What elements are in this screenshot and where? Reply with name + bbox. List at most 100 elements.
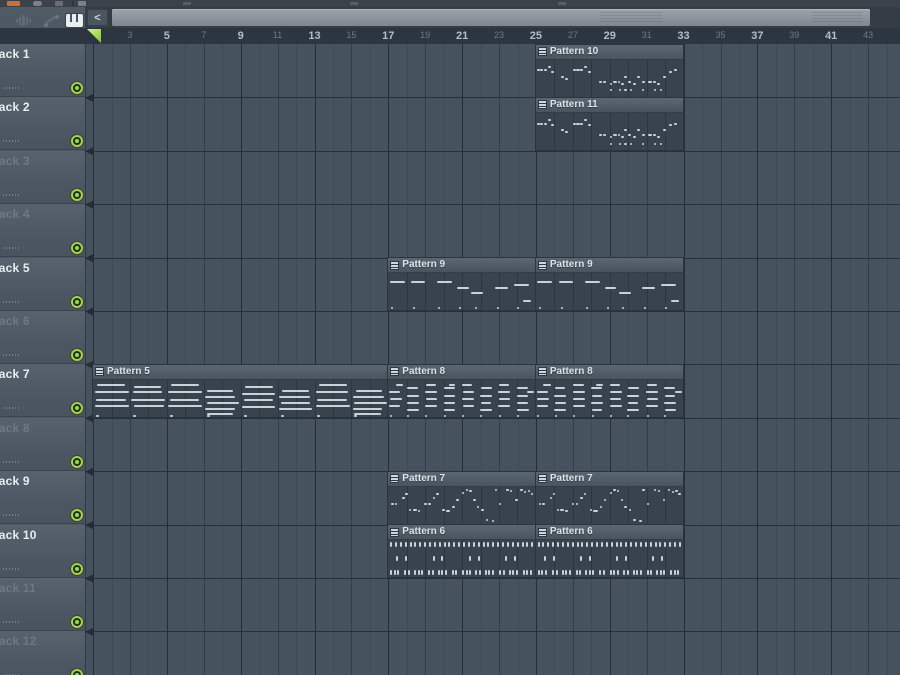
scroll-left-button[interactable]: < [87,9,108,26]
pattern-clip-preview [535,379,684,418]
track-grip-dots[interactable] [3,300,19,303]
wave-icon[interactable] [16,15,32,26]
preview-note [456,499,459,502]
track-grip-dots[interactable] [3,140,19,143]
pattern-clip-titlebar[interactable]: Pattern 6 [535,525,684,541]
pattern-clip[interactable]: Pattern 10 [535,44,684,97]
preview-note [659,569,662,575]
track-grip-dots[interactable] [3,460,19,463]
track-header-row[interactable]: Track 5 [0,257,85,311]
preview-note [591,394,603,397]
preview-note [394,541,397,547]
pattern-clip-titlebar[interactable]: Pattern 7 [535,471,684,487]
track-header-row[interactable]: Track 12 [0,631,85,675]
pattern-clip[interactable]: Pattern 6 [535,525,684,578]
track-grip-dots[interactable] [3,514,19,517]
track-mute-led[interactable] [73,618,81,626]
track-collapse-arrow-icon[interactable] [85,520,94,530]
track-header-row[interactable]: Track 1 [0,44,85,97]
track-grip-dots[interactable] [3,87,19,89]
pattern-clip[interactable]: Pattern 9 [535,258,684,311]
track-header-row[interactable]: Track 6 [0,311,85,364]
track-grip-dots[interactable] [3,193,19,196]
pattern-clip-titlebar[interactable]: Pattern 9 [535,258,684,274]
arrangement-grid[interactable]: Pattern 10 Pattern 11 Pattern 9 Pattern 9 Pa… [85,44,900,675]
snap-icon[interactable] [78,1,86,6]
preview-note [612,80,618,83]
preview-note [624,89,627,92]
track-header-row[interactable]: Track 3 [0,150,85,204]
track-mute-led[interactable] [73,244,81,253]
preview-note [652,555,655,561]
pattern-clip-titlebar[interactable]: Pattern 6 [388,525,536,541]
track-collapse-arrow-icon[interactable] [85,627,94,637]
pattern-clip-titlebar[interactable]: Pattern 7 [388,471,536,487]
pattern-clip[interactable]: Pattern 8 [388,364,536,418]
track-mute-led[interactable] [73,671,81,675]
pattern-clip-titlebar[interactable]: Pattern 8 [535,364,684,380]
preview-note [476,506,480,509]
preview-note [609,142,612,145]
track-mute-led[interactable] [73,564,81,573]
track-mute-led[interactable] [73,404,81,413]
draw-tool-icon[interactable] [55,1,63,6]
pattern-clip-titlebar[interactable]: Pattern 10 [535,44,684,60]
track-collapse-arrow-icon[interactable] [85,93,94,103]
track-collapse-arrow-icon[interactable] [85,307,94,316]
preview-note [413,307,416,310]
track-header-row[interactable]: Track 11 [0,578,85,631]
track-mute-led[interactable] [73,190,81,199]
preview-note [425,384,437,387]
track-header-row[interactable]: Track 4 [0,204,85,258]
pattern-clip[interactable]: Pattern 6 [388,525,536,578]
track-grip-dots[interactable] [3,407,19,410]
pattern-clip-titlebar[interactable]: Pattern 11 [535,97,684,113]
timeline-ruler[interactable]: 3 5 7 9 11 13 15 17 19 21 23 25 27 29 31 33 35 37 39 41 43 [0,28,900,45]
track-header-row[interactable]: Track 8 [0,417,85,471]
preview-note [558,280,573,283]
preview-note [412,509,417,512]
track-mute-led[interactable] [73,351,81,359]
track-collapse-arrow-icon[interactable] [85,574,94,583]
pattern-clip[interactable]: Pattern 7 [388,471,536,525]
preview-note [485,518,489,521]
preview-note [609,491,613,494]
track-collapse-arrow-icon[interactable] [85,200,94,210]
track-grip-dots[interactable] [3,247,19,250]
track-header-row[interactable]: Track 2 [0,97,85,151]
pattern-clip[interactable]: Pattern 7 [535,471,684,525]
pattern-clip-titlebar[interactable]: Pattern 9 [388,258,536,274]
track-grip-dots[interactable] [3,354,19,356]
preview-note [517,409,529,412]
preview-note [436,492,439,495]
track-collapse-arrow-icon[interactable] [85,467,94,477]
preview-note [405,492,408,495]
zoom-icon[interactable] [33,1,42,6]
piano-icon[interactable] [66,14,83,27]
preview-note [565,510,568,513]
track-collapse-arrow-icon[interactable] [85,146,94,156]
pattern-clip[interactable]: Pattern 9 [388,258,536,311]
pattern-clip[interactable]: Pattern 8 [535,364,684,418]
slide-icon[interactable] [44,14,59,27]
pattern-clip-titlebar[interactable]: Pattern 5 [93,364,389,380]
track-grip-dots[interactable] [3,621,19,623]
playhead-flag[interactable] [87,29,101,43]
track-header-row[interactable]: Track 9 [0,471,85,525]
track-mute-led[interactable] [73,511,81,520]
track-mute-led[interactable] [73,137,81,146]
track-header-row[interactable]: Track 10 [0,524,85,578]
track-grip-dots[interactable] [3,567,19,570]
track-header-row[interactable]: Track 7 [0,364,85,418]
clip-bar-line [572,59,574,97]
pattern-picker-icon[interactable] [7,1,20,6]
pattern-clip[interactable]: Pattern 11 [535,97,684,151]
track-collapse-arrow-icon[interactable] [85,253,94,263]
pattern-clip-titlebar[interactable]: Pattern 8 [388,364,536,380]
ruler-bar-number: 11 [272,30,283,40]
track-mute-led[interactable] [73,457,81,466]
track-mute-led[interactable] [73,297,81,306]
track-mute-led[interactable] [73,84,81,92]
scrollbar-thumb[interactable] [112,9,870,26]
pattern-clip[interactable]: Pattern 5 [93,364,389,418]
